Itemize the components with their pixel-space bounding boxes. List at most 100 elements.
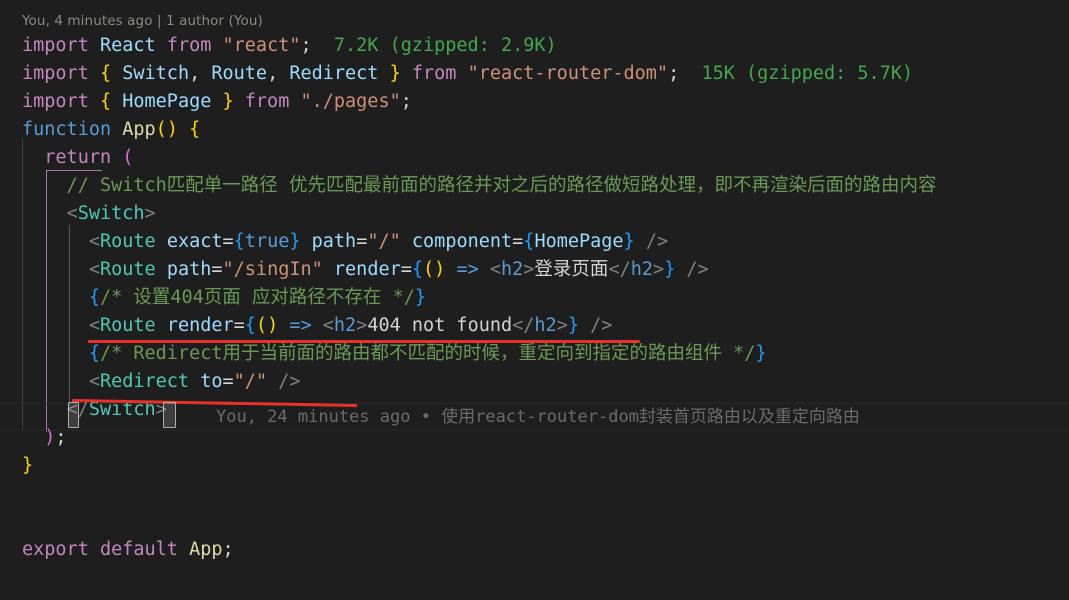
line-redirect-token-0 xyxy=(22,371,89,392)
line-import-router-token-4: Switch xyxy=(122,63,190,84)
line-function-app[interactable]: function App() { xyxy=(0,116,1069,144)
line-import-react-token-6: "react" xyxy=(222,35,301,56)
line-route-404-token-20 xyxy=(579,315,590,336)
line-route-home-token-19 xyxy=(635,231,646,252)
line-import-homepage-token-11: ; xyxy=(400,91,412,112)
line-return-token-3: ( xyxy=(122,147,134,168)
line-export-token-5: ; xyxy=(222,539,234,560)
line-switch-open[interactable]: <Switch> xyxy=(0,200,1069,228)
line-import-router-token-16: "react-router-dom" xyxy=(467,63,669,84)
line-route-signin-token-17: h2 xyxy=(501,259,524,280)
line-return-token-2 xyxy=(111,147,122,168)
line-route-signin-token-3 xyxy=(156,259,167,280)
line-route-home-token-0 xyxy=(22,231,89,252)
line-close-paren-token-1: ) xyxy=(44,427,56,448)
line-route-signin-token-23: } xyxy=(664,259,676,280)
line-function-app-token-3: ( xyxy=(155,119,167,140)
line-route-404-token-17: h2 xyxy=(534,315,557,336)
line-route-signin-token-15 xyxy=(479,259,490,280)
line-import-homepage-token-10: "./pages" xyxy=(300,91,401,112)
line-return-token-0 xyxy=(22,147,44,168)
line-export-token-2: default xyxy=(99,539,178,560)
line-route-signin-token-8: render xyxy=(333,259,401,280)
line-import-router-token-5: , xyxy=(189,63,201,84)
line-route-signin-token-22: > xyxy=(653,259,665,280)
line-route-home-token-1: < xyxy=(88,231,100,252)
line-return-token-1: return xyxy=(44,147,112,168)
line-route-home[interactable]: <Route exact={true} path="/" component={… xyxy=(0,228,1069,256)
line-redirect[interactable]: <Redirect to="/" /> xyxy=(0,368,1069,396)
line-route-404-token-18: > xyxy=(556,315,568,336)
line-route-signin-token-10: { xyxy=(411,259,424,280)
line-blank-1[interactable] xyxy=(0,480,1069,508)
line-route-home-token-20: /> xyxy=(645,231,669,252)
line-route-home-token-7: true xyxy=(244,231,290,252)
line-close-brace[interactable]: } xyxy=(0,452,1069,480)
line-route-signin-token-12: ) xyxy=(434,259,446,280)
line-route-404-token-15: 404 not found xyxy=(367,315,513,336)
line-route-404-token-5: = xyxy=(233,315,245,336)
line-export-token-0: export xyxy=(22,539,89,560)
line-route-home-token-5: = xyxy=(222,231,234,252)
line-route-home-token-17: HomePage xyxy=(534,231,624,252)
inline-blame-annotation: You, 24 minutes ago • 使用react-router-dom… xyxy=(216,407,860,427)
line-export-token-4: App xyxy=(189,539,223,560)
line-import-react[interactable]: import React from "react"; 7.2K (gzipped… xyxy=(0,32,1069,60)
line-function-app-token-2: App xyxy=(122,119,156,140)
line-import-router-token-15 xyxy=(456,63,467,84)
line-export[interactable]: export default App; xyxy=(0,536,1069,564)
line-route-signin-token-2: Route xyxy=(99,259,156,280)
line-route-signin-token-14: => xyxy=(456,259,479,280)
line-route-404-token-19: } xyxy=(567,315,579,336)
line-import-react-token-0: import xyxy=(22,35,89,56)
line-route-home-token-11: = xyxy=(356,231,368,252)
line-import-homepage-token-8: from xyxy=(244,91,290,112)
line-route-home-token-6: { xyxy=(233,231,245,252)
line-export-token-3 xyxy=(178,539,189,560)
line-route-404-token-12: < xyxy=(322,315,334,336)
line-import-router-token-10: Redirect xyxy=(289,63,379,84)
line-route-home-token-16: { xyxy=(523,231,535,252)
line-import-homepage-token-0: import xyxy=(22,91,89,112)
line-route-404-token-9 xyxy=(278,315,289,336)
line-route-signin-token-0 xyxy=(22,259,89,280)
line-import-router-token-11 xyxy=(378,63,389,84)
line-route-signin-token-18: > xyxy=(523,259,535,280)
line-blank-2[interactable] xyxy=(0,508,1069,536)
line-route-signin-token-11: ( xyxy=(423,259,435,280)
line-import-homepage-token-4: HomePage xyxy=(122,91,212,112)
line-comment-404[interactable]: {/* 设置404页面 应对路径不存在 */} xyxy=(0,284,1069,312)
line-comment-redirect[interactable]: {/* Redirect用于当前面的路由都不匹配的时候，重定向到指定的路由组件 … xyxy=(0,340,1069,368)
line-route-home-token-3 xyxy=(156,231,167,252)
line-comment-redirect-token-2: /* Redirect用于当前面的路由都不匹配的时候，重定向到指定的路由组件 *… xyxy=(99,343,756,364)
line-return[interactable]: return ( xyxy=(0,144,1069,172)
code-editor[interactable]: You, 4 minutes ago | 1 author (You) impo… xyxy=(0,0,1069,600)
line-route-404-token-6: { xyxy=(244,315,256,336)
line-import-react-token-2: React xyxy=(99,35,156,56)
line-redirect-token-4: to xyxy=(200,371,223,392)
line-import-homepage[interactable]: import { HomePage } from "./pages"; xyxy=(0,88,1069,116)
line-import-router-token-2: { xyxy=(99,63,112,84)
bracket-match-close xyxy=(163,402,176,428)
line-redirect-token-5: = xyxy=(222,371,234,392)
line-import-router-token-3 xyxy=(111,63,122,84)
code-content[interactable]: import React from "react"; 7.2K (gzipped… xyxy=(0,32,1069,564)
line-route-signin[interactable]: <Route path="/singIn" render={() => <h2>… xyxy=(0,256,1069,284)
line-route-home-token-9 xyxy=(301,231,312,252)
line-import-router-token-18 xyxy=(679,63,701,84)
line-comment-switch[interactable]: // Switch匹配单一路径 优先匹配最前面的路径并对之后的路径做短路处理，即… xyxy=(0,172,1069,200)
line-route-404[interactable]: <Route render={() => <h2>404 not found</… xyxy=(0,312,1069,340)
line-route-signin-token-13 xyxy=(445,259,456,280)
line-switch-open-token-0 xyxy=(22,203,67,224)
file-blame-header: You, 4 minutes ago | 1 author (You) xyxy=(22,13,263,29)
line-redirect-token-7 xyxy=(267,371,278,392)
line-route-404-token-0 xyxy=(22,315,89,336)
line-import-router[interactable]: import { Switch, Route, Redirect } from … xyxy=(0,60,1069,88)
line-close-brace-token-0: } xyxy=(22,455,34,476)
line-route-signin-token-9: = xyxy=(400,259,412,280)
line-comment-404-token-0 xyxy=(22,287,89,308)
line-import-react-token-3 xyxy=(156,35,167,56)
line-switch-close-token-0 xyxy=(22,399,67,420)
redline-route-404 xyxy=(88,340,640,343)
line-switch-open-token-2: Switch xyxy=(77,203,145,224)
